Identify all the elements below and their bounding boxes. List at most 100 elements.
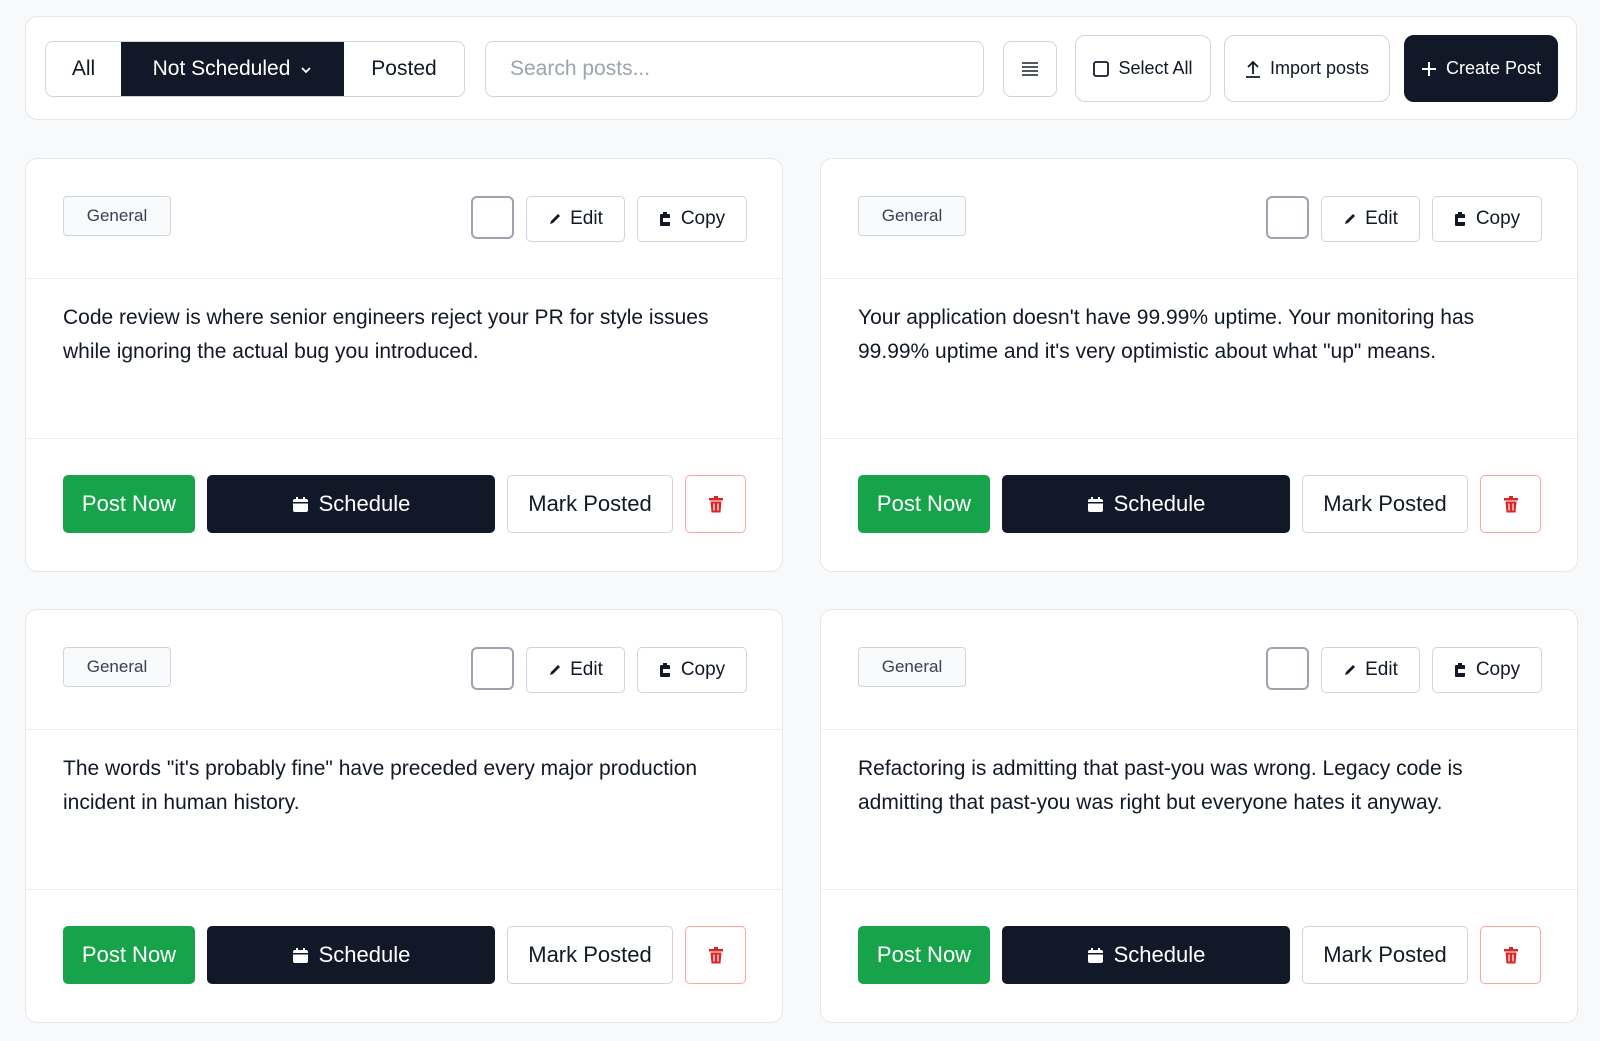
import-posts-button[interactable]: Import posts [1224,35,1390,102]
checkbox-icon [1093,60,1110,77]
mark-posted-button[interactable]: Mark Posted [507,475,673,533]
pencil-icon [550,214,561,224]
list-view-button[interactable] [1003,41,1057,97]
post-now-label: Post Now [876,942,972,967]
delete-button[interactable] [685,926,746,984]
post-card-header: General Edit Copy [26,610,782,730]
copy-button[interactable]: Copy [637,647,747,693]
schedule-button[interactable]: Schedule [207,926,495,984]
post-card: General Edit Copy The words "it's probab… [25,609,783,1023]
upload-icon [1245,60,1260,78]
post-select-checkbox[interactable] [1266,196,1309,239]
clipboard-icon [659,212,672,226]
delete-button[interactable] [1480,926,1541,984]
schedule-label: Schedule [318,491,411,516]
copy-button[interactable]: Copy [637,196,747,242]
trash-icon [708,495,723,512]
mark-posted-button[interactable]: Mark Posted [1302,926,1468,984]
plus-icon [1421,61,1436,76]
category-badge: General [858,647,966,687]
edit-button[interactable]: Edit [526,196,625,242]
mark-posted-label: Mark Posted [1323,491,1447,516]
post-card: General Edit Copy Your application doesn… [820,158,1578,572]
toolbar: All Not Scheduled Posted Select All Impo… [25,16,1577,120]
post-now-button[interactable]: Post Now [858,926,990,984]
clipboard-icon [1454,663,1467,677]
category-badge: General [63,196,171,236]
copy-label: Copy [1475,659,1521,680]
copy-label: Copy [1475,208,1521,229]
schedule-button[interactable]: Schedule [207,475,495,533]
post-text: Code review is where senior engineers re… [63,306,709,363]
post-card: General Edit Copy Refactoring is admitti… [820,609,1578,1023]
delete-button[interactable] [1480,475,1541,533]
post-now-label: Post Now [81,942,177,967]
edit-button[interactable]: Edit [1321,647,1420,693]
filter-posted-label: Posted [371,57,437,80]
create-post-label: Create Post [1445,58,1542,78]
search-input[interactable] [485,41,984,97]
post-now-label: Post Now [81,491,177,516]
post-select-checkbox[interactable] [1266,647,1309,690]
calendar-icon [292,496,308,512]
trash-icon [1503,495,1518,512]
calendar-icon [292,947,308,963]
clipboard-icon [1454,212,1467,226]
post-card-actions: Post Now Schedule Mark Posted [821,889,1577,1024]
post-select-checkbox[interactable] [471,196,514,239]
post-card-actions: Post Now Schedule Mark Posted [26,438,782,573]
list-icon [1022,62,1038,76]
pencil-icon [550,665,561,675]
copy-label: Copy [680,208,726,229]
post-select-checkbox[interactable] [471,647,514,690]
post-card-actions: Post Now Schedule Mark Posted [26,889,782,1024]
edit-label: Edit [570,208,603,229]
post-card: General Edit Copy Code review is where s… [25,158,783,572]
pencil-icon [1345,214,1356,224]
chevron-down-icon [301,67,312,74]
post-now-button[interactable]: Post Now [858,475,990,533]
post-now-button[interactable]: Post Now [63,475,195,533]
edit-button[interactable]: Edit [1321,196,1420,242]
post-card-actions: Post Now Schedule Mark Posted [821,438,1577,573]
post-text: Your application doesn't have 99.99% upt… [858,306,1475,363]
mark-posted-button[interactable]: Mark Posted [507,926,673,984]
edit-button[interactable]: Edit [526,647,625,693]
edit-label: Edit [1365,208,1398,229]
filter-all-label: All [71,57,96,80]
schedule-label: Schedule [1113,491,1206,516]
select-all-label: Select All [1118,58,1193,78]
post-card-header: General Edit Copy [821,159,1577,279]
mark-posted-label: Mark Posted [528,942,652,967]
post-text: Refactoring is admitting that past-you w… [858,757,1463,814]
trash-icon [708,946,723,963]
clipboard-icon [659,663,672,677]
filter-posted-button[interactable]: Posted [344,42,464,96]
import-posts-label: Import posts [1269,58,1370,78]
post-card-header: General Edit Copy [26,159,782,279]
schedule-label: Schedule [318,942,411,967]
copy-button[interactable]: Copy [1432,196,1542,242]
copy-button[interactable]: Copy [1432,647,1542,693]
post-now-button[interactable]: Post Now [63,926,195,984]
delete-button[interactable] [685,475,746,533]
copy-label: Copy [680,659,726,680]
calendar-icon [1087,496,1103,512]
schedule-label: Schedule [1113,942,1206,967]
schedule-button[interactable]: Schedule [1002,926,1290,984]
category-badge: General [858,196,966,236]
edit-label: Edit [1365,659,1398,680]
mark-posted-button[interactable]: Mark Posted [1302,475,1468,533]
post-now-label: Post Now [876,491,972,516]
calendar-icon [1087,947,1103,963]
mark-posted-label: Mark Posted [1323,942,1447,967]
select-all-button[interactable]: Select All [1075,35,1211,102]
filter-all-button[interactable]: All [46,42,121,96]
post-text: The words "it's probably fine" have prec… [63,757,698,814]
trash-icon [1503,946,1518,963]
filter-segmented-control: All Not Scheduled Posted [45,41,465,97]
schedule-button[interactable]: Schedule [1002,475,1290,533]
edit-label: Edit [570,659,603,680]
filter-not-scheduled-dropdown[interactable]: Not Scheduled [121,42,344,96]
create-post-button[interactable]: Create Post [1404,35,1558,102]
